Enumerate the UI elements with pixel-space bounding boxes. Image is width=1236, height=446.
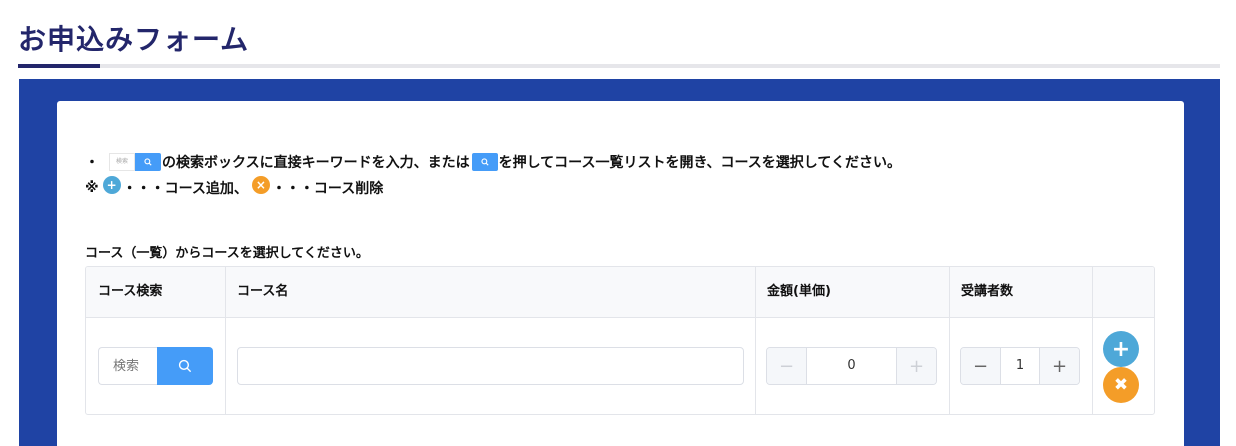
header-attendees: 受講者数 <box>961 284 1014 299</box>
column-divider <box>949 267 950 414</box>
title-divider <box>18 64 1220 68</box>
title-divider-accent <box>18 64 100 68</box>
mini-search-button-icon-2 <box>471 153 498 171</box>
add-course-button[interactable]: + <box>1103 331 1139 367</box>
course-name-input[interactable] <box>237 347 744 385</box>
attendees-increase-button[interactable]: + <box>1039 348 1079 384</box>
course-table: コース検索 コース名 金額(単価) 受講者数 − 0 + − 1 + + ✖ <box>85 266 1155 415</box>
mini-plus-circle-icon: + <box>102 176 121 194</box>
instruction-text-1b: を押してコース一覧リストを開き、コースを選択してください。 <box>498 155 901 171</box>
attendees-decrease-button[interactable]: − <box>961 348 1001 384</box>
mini-search-button-icon <box>135 153 161 171</box>
header-course-search: コース検索 <box>98 284 163 299</box>
course-search-button[interactable] <box>157 347 213 385</box>
table-header: コース検索 コース名 金額(単価) 受講者数 <box>86 267 1154 318</box>
remove-course-button[interactable]: ✖ <box>1103 367 1139 403</box>
mini-search-input-icon: 検索 <box>109 153 135 171</box>
column-divider <box>225 267 226 414</box>
instruction-line-1: ・ 検索 の検索ボックスに直接キーワードを入力、または を押してコース一覧リスト… <box>85 150 901 174</box>
header-course-name: コース名 <box>237 284 289 299</box>
price-increase-button[interactable]: + <box>896 348 936 384</box>
note-mark: ※ <box>85 180 99 196</box>
mini-close-circle-icon: × <box>251 176 270 194</box>
add-legend-text: ・・・コース追加、 <box>122 181 248 197</box>
select-prompt: コース（一覧）からコースを選択してください。 <box>85 245 369 261</box>
column-divider <box>755 267 756 414</box>
header-price: 金額(単価) <box>767 284 831 299</box>
course-search-input[interactable] <box>98 347 158 385</box>
attendees-value[interactable]: 1 <box>1001 348 1039 384</box>
price-stepper: − 0 + <box>766 347 937 385</box>
search-icon <box>178 359 191 372</box>
bullet: ・ <box>85 155 99 171</box>
remove-legend-text: ・・・コース削除 <box>271 181 384 197</box>
attendees-stepper: − 1 + <box>960 347 1080 385</box>
column-divider <box>1092 267 1093 414</box>
page-title: お申込みフォーム <box>18 23 250 56</box>
price-value[interactable]: 0 <box>807 348 896 384</box>
instruction-line-2: ※ + ・・・コース追加、 × ・・・コース削除 <box>85 176 383 200</box>
price-decrease-button[interactable]: − <box>767 348 807 384</box>
instruction-text-1a: の検索ボックスに直接キーワードを入力、または <box>162 155 470 171</box>
